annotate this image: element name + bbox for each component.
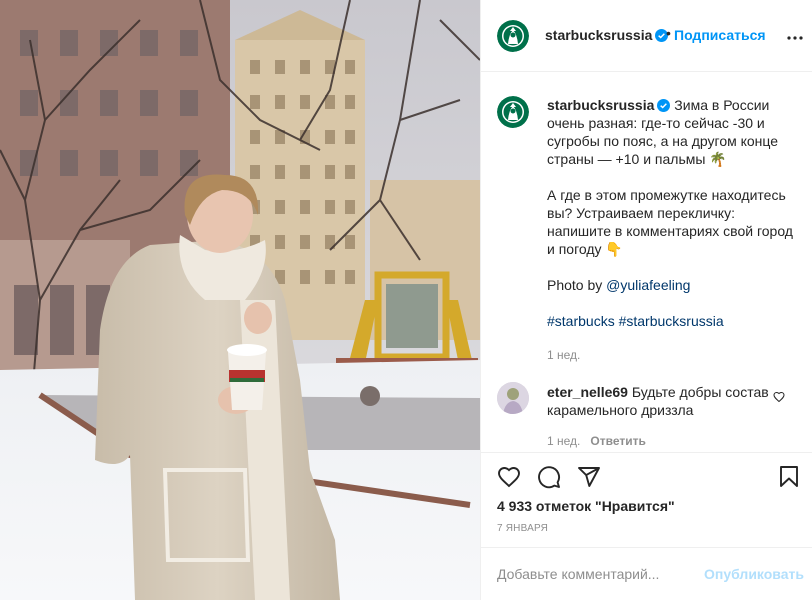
publish-comment-button[interactable]: Опубликовать bbox=[704, 566, 804, 582]
commenter-avatar[interactable] bbox=[497, 382, 529, 414]
starbucks-logo-icon bbox=[497, 96, 529, 128]
comment-like-heart-icon[interactable] bbox=[773, 390, 785, 408]
post-sidebar: starbucksrussia • Подписаться starbucksr… bbox=[480, 0, 812, 600]
separator-dot: • bbox=[666, 25, 671, 41]
post-photo-image bbox=[0, 0, 480, 600]
photo-credit-link[interactable]: @yuliafeeling bbox=[606, 277, 690, 293]
hashtag-starbucks[interactable]: #starbucks bbox=[547, 313, 615, 329]
comment-username[interactable]: eter_nelle69 bbox=[547, 384, 628, 400]
verified-badge-icon bbox=[657, 99, 671, 112]
post-date: 7 ЯНВАРЯ bbox=[497, 523, 549, 534]
like-heart-icon[interactable] bbox=[497, 465, 521, 494]
caption-timestamp: 1 нед. bbox=[547, 348, 581, 362]
avatar[interactable] bbox=[497, 20, 529, 52]
follow-button[interactable]: Подписаться bbox=[674, 27, 766, 43]
caption-avatar[interactable] bbox=[497, 96, 529, 128]
comment: eter_nelle69 Будьте добры состав карамел… bbox=[547, 383, 772, 419]
share-paper-plane-icon[interactable] bbox=[577, 465, 601, 494]
like-count[interactable]: 4 933 отметок "Нравится" bbox=[497, 498, 675, 514]
comment-bubble-icon[interactable] bbox=[537, 465, 561, 494]
comment-timestamp: 1 нед. bbox=[547, 434, 581, 448]
post-caption: starbucksrussia Зима в России очень разн… bbox=[547, 96, 797, 364]
reply-button[interactable]: Ответить bbox=[590, 434, 645, 448]
caption-text-paragraph-2: А где в этом промежутке находитесь вы? У… bbox=[547, 187, 793, 257]
commenter-photo-icon bbox=[497, 382, 529, 414]
post-header: starbucksrussia • Подписаться bbox=[481, 0, 812, 72]
more-options-icon[interactable] bbox=[785, 30, 805, 40]
starbucks-logo-icon bbox=[497, 20, 529, 52]
photo-credit-label: Photo by bbox=[547, 277, 603, 293]
add-comment-input[interactable] bbox=[497, 564, 707, 584]
post-photo[interactable] bbox=[0, 0, 480, 600]
save-bookmark-icon[interactable] bbox=[777, 465, 801, 494]
post-actions: 4 933 отметок "Нравится" 7 ЯНВАРЯ Опубли… bbox=[481, 452, 812, 600]
caption-username[interactable]: starbucksrussia bbox=[547, 97, 654, 113]
hashtag-starbucksrussia[interactable]: #starbucksrussia bbox=[619, 313, 724, 329]
post-author-username[interactable]: starbucksrussia bbox=[545, 27, 652, 43]
add-comment-row: Опубликовать bbox=[481, 547, 812, 600]
instagram-post-view: starbucksrussia • Подписаться starbucksr… bbox=[0, 0, 812, 600]
